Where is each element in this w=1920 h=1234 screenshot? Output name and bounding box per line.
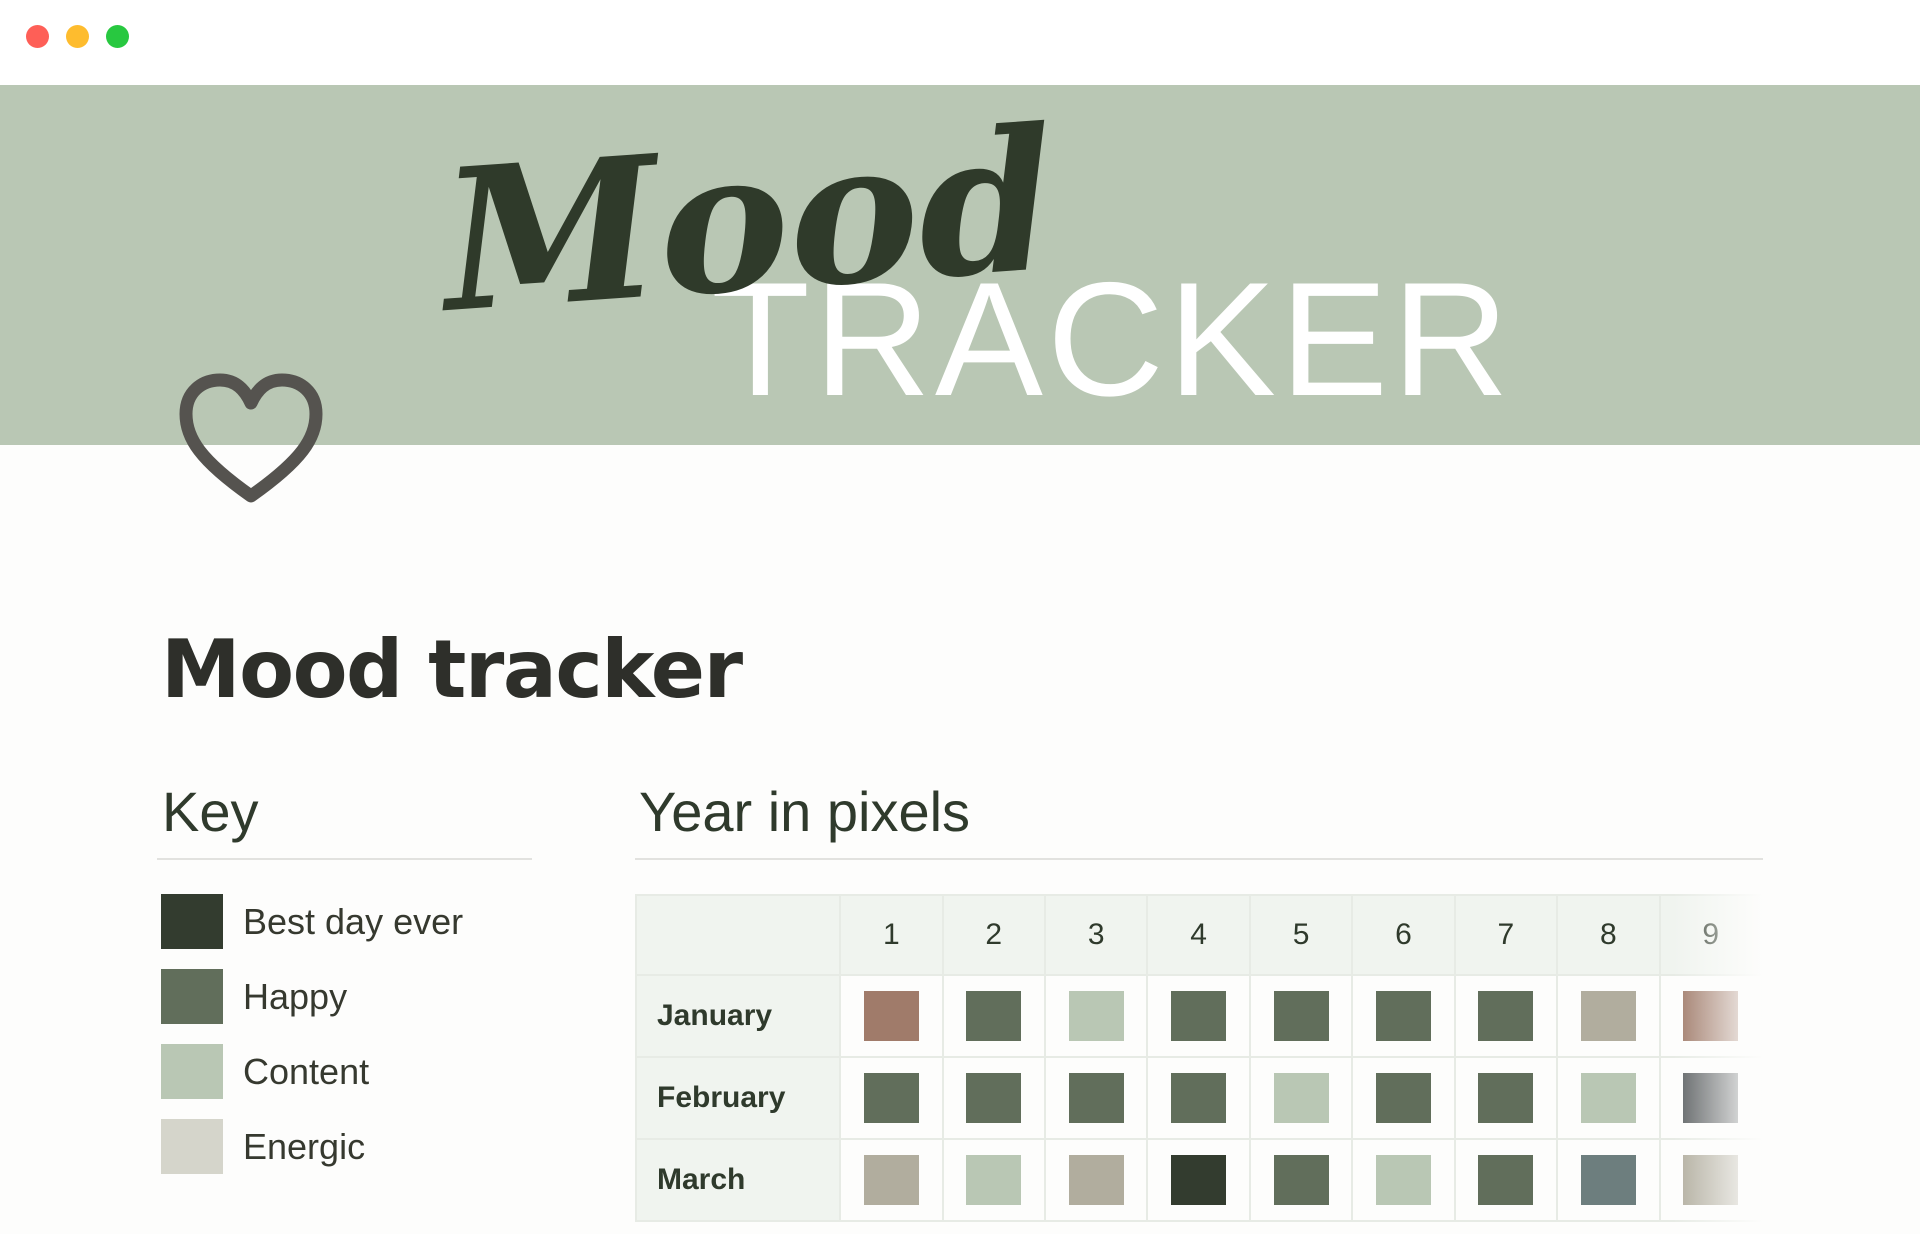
mood-pixel: [1068, 1155, 1124, 1205]
day-cell[interactable]: [941, 1056, 1046, 1140]
key-color-swatch: [161, 894, 223, 949]
cover-script-word: Mood: [429, 85, 1062, 356]
mood-pixel: [1580, 1155, 1636, 1205]
day-cell[interactable]: [1556, 1056, 1661, 1140]
mood-pixel: [1478, 991, 1534, 1041]
day-cell[interactable]: [941, 974, 1046, 1058]
day-cell[interactable]: [1351, 1138, 1456, 1222]
day-cell[interactable]: [1453, 1056, 1559, 1140]
year-in-pixels-table-container[interactable]: 123456789 January February March: [635, 894, 1763, 1234]
day-cell[interactable]: [1248, 1056, 1354, 1140]
day-column-header: 5: [1248, 894, 1354, 976]
mood-pixel: [1375, 991, 1431, 1041]
mood-pixel: [1683, 991, 1739, 1041]
key-color-swatch: [161, 1119, 223, 1174]
day-column-header: 4: [1146, 894, 1251, 976]
day-column-header: 8: [1556, 894, 1661, 976]
heart-icon[interactable]: [178, 372, 324, 507]
mood-pixel: [1171, 1073, 1227, 1123]
table-row: January: [635, 974, 1763, 1058]
month-label: February: [635, 1056, 842, 1140]
day-column-header: 3: [1043, 894, 1149, 976]
day-cell[interactable]: [1043, 1056, 1149, 1140]
window-titlebar: [0, 0, 1920, 85]
key-heading: Key: [162, 780, 259, 843]
day-column-header: 7: [1453, 894, 1559, 976]
key-divider: [157, 858, 532, 860]
key-item: Happy: [157, 959, 532, 1034]
mood-pixel: [1580, 1073, 1636, 1123]
day-cell[interactable]: [1248, 974, 1354, 1058]
day-column-header: 1: [839, 894, 944, 976]
window-close-button[interactable]: [26, 25, 49, 48]
year-in-pixels-section: Year in pixels 123456789 January February…: [635, 770, 1763, 1234]
mood-pixel: [966, 991, 1022, 1041]
day-cell[interactable]: [941, 1138, 1046, 1222]
mood-pixel: [1683, 1073, 1739, 1123]
window-zoom-button[interactable]: [106, 25, 129, 48]
day-cell[interactable]: [1556, 1138, 1661, 1222]
mood-pixel: [1580, 991, 1636, 1041]
day-cell[interactable]: [1146, 1138, 1251, 1222]
key-item-label: Energic: [243, 1125, 366, 1167]
mood-pixel: [1375, 1073, 1431, 1123]
page-title: Mood tracker: [161, 623, 743, 716]
mood-pixel: [1068, 1073, 1124, 1123]
day-cell[interactable]: [1658, 974, 1763, 1058]
mood-pixel: [966, 1073, 1022, 1123]
year-in-pixels-heading: Year in pixels: [639, 780, 971, 843]
day-cell[interactable]: [839, 974, 944, 1058]
day-cell[interactable]: [1556, 974, 1661, 1058]
mood-pixel: [863, 991, 919, 1041]
day-column-header: 2: [941, 894, 1046, 976]
day-cell[interactable]: [1146, 974, 1251, 1058]
key-item-label: Content: [243, 1050, 370, 1092]
mood-pixel: [1375, 1155, 1431, 1205]
day-cell[interactable]: [1658, 1138, 1763, 1222]
day-column-header: 9: [1658, 894, 1763, 976]
mood-pixel: [1171, 991, 1227, 1041]
key-color-swatch: [161, 969, 223, 1024]
key-list: Best day ever Happy Content Energic: [157, 884, 532, 1184]
day-cell[interactable]: [1453, 974, 1559, 1058]
year-in-pixels-divider: [635, 858, 1763, 860]
mood-pixel: [1478, 1073, 1534, 1123]
table-header-row: 123456789: [635, 894, 1763, 976]
key-item-label: Best day ever: [243, 900, 464, 942]
day-cell[interactable]: [1453, 1138, 1559, 1222]
day-cell[interactable]: [839, 1138, 944, 1222]
key-item: Content: [157, 1034, 532, 1109]
mood-pixel: [1273, 1155, 1329, 1205]
day-cell[interactable]: [1043, 1138, 1149, 1222]
mood-pixel: [1068, 991, 1124, 1041]
key-color-swatch: [161, 1044, 223, 1099]
window-minimize-button[interactable]: [66, 25, 89, 48]
mood-pixel: [863, 1073, 919, 1123]
table-row: March: [635, 1138, 1763, 1222]
day-column-header: 6: [1351, 894, 1456, 976]
key-item-label: Happy: [243, 975, 348, 1017]
day-cell[interactable]: [1043, 974, 1149, 1058]
day-cell[interactable]: [1248, 1138, 1354, 1222]
mood-pixel: [1273, 991, 1329, 1041]
day-cell[interactable]: [1658, 1056, 1763, 1140]
month-label: January: [635, 974, 842, 1058]
year-in-pixels-table: 123456789 January February March: [635, 894, 1763, 1222]
day-cell[interactable]: [1146, 1056, 1251, 1140]
mood-pixel: [863, 1155, 919, 1205]
mood-pixel: [966, 1155, 1022, 1205]
day-cell[interactable]: [1351, 1056, 1456, 1140]
key-section: Key Best day ever Happy Content Energic: [157, 770, 532, 1184]
day-cell[interactable]: [1351, 974, 1456, 1058]
day-cell[interactable]: [839, 1056, 944, 1140]
mood-pixel: [1273, 1073, 1329, 1123]
mood-pixel: [1171, 1155, 1227, 1205]
key-item: Energic: [157, 1109, 532, 1184]
key-item: Best day ever: [157, 884, 532, 959]
table-row: February: [635, 1056, 1763, 1140]
table-header-corner: [635, 894, 842, 976]
mood-pixel: [1478, 1155, 1534, 1205]
mood-pixel: [1683, 1155, 1739, 1205]
month-label: March: [635, 1138, 842, 1222]
